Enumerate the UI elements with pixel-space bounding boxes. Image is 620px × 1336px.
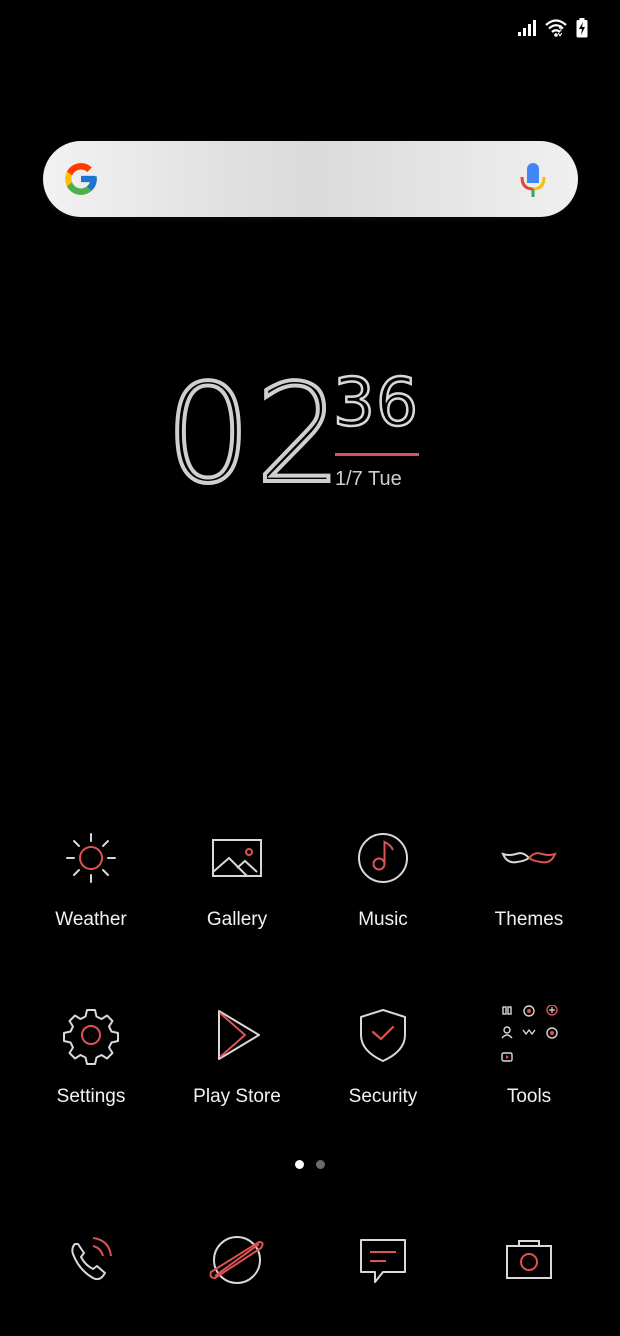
app-label: Gallery [206,909,268,930]
page-indicator [0,1160,620,1172]
google-search-bar[interactable] [43,141,578,217]
app-settings[interactable]: Settings [18,1005,164,1125]
clock-minutes: 36 [332,364,419,441]
camera-icon [506,1240,552,1279]
clock-divider [335,453,419,456]
google-logo-icon [65,163,97,195]
app-gallery[interactable]: Gallery [164,828,310,948]
app-themes[interactable]: Themes [456,828,602,948]
app-weather[interactable]: Weather [18,828,164,948]
app-security[interactable]: Security [310,1005,456,1125]
app-play-store[interactable]: Play Store [164,1005,310,1125]
play-store-icon [218,1010,260,1060]
app-label: Music [358,909,408,930]
clock-hours: 02 [163,356,347,514]
dock-messages[interactable] [310,1230,456,1290]
page-dot[interactable] [316,1160,325,1169]
app-label: Security [348,1086,418,1107]
image-icon [212,839,262,877]
phone-icon [71,1237,112,1281]
tools-folder-icon [501,1005,558,1062]
page-dot-active[interactable] [295,1160,304,1169]
app-tools[interactable]: Tools [456,1005,602,1125]
clock-widget[interactable]: 02 36 1/7 Tue [163,356,465,514]
signal-icon [518,20,536,36]
home-screen: 02 36 1/7 Tue Weather Gallery Music Them… [0,0,620,1336]
sun-icon [66,833,116,883]
mustache-icon [501,852,557,864]
status-bar [518,14,588,42]
app-label: Themes [494,909,564,930]
mic-icon[interactable] [518,161,548,199]
clock-date: 1/7 Tue [335,468,402,490]
message-icon [360,1239,406,1283]
app-label: Weather [55,909,127,930]
dock-camera[interactable] [456,1230,602,1290]
gear-icon [63,1009,119,1065]
battery-charging-icon [576,18,588,38]
app-music[interactable]: Music [310,828,456,948]
app-label: Settings [56,1086,126,1107]
browser-planet-icon [209,1236,264,1284]
music-note-icon [358,833,408,883]
dock-browser[interactable] [164,1230,310,1290]
wifi-icon [545,19,567,37]
app-label: Play Store [193,1086,281,1107]
app-label: Tools [506,1086,552,1107]
shield-check-icon [360,1009,406,1062]
dock-phone[interactable] [18,1230,164,1290]
